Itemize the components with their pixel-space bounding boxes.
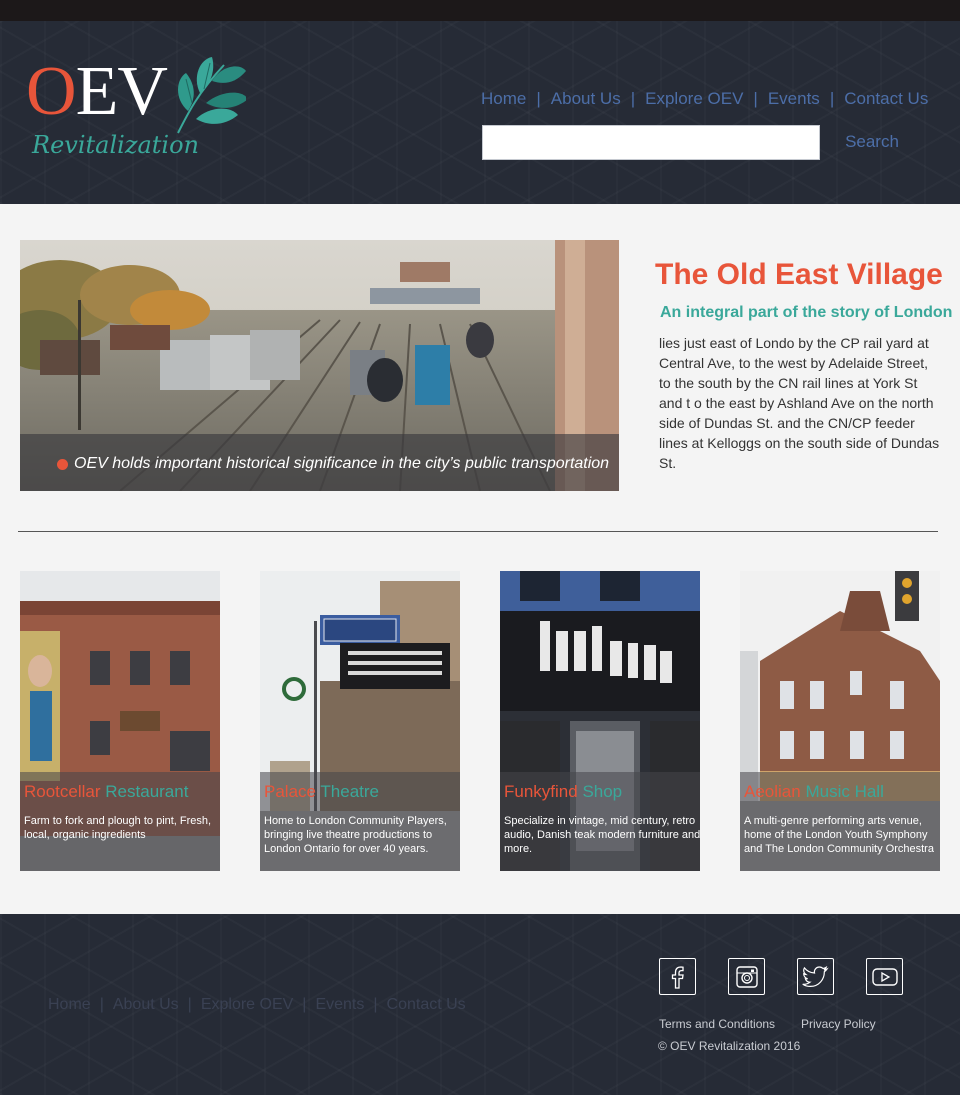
- footer-nav-events[interactable]: Events: [315, 996, 364, 1014]
- footer-nav-explore-oev[interactable]: Explore OEV: [201, 996, 293, 1014]
- nav-separator: |: [99, 996, 104, 1013]
- footer-nav-contact-us[interactable]: Contact Us: [387, 996, 466, 1014]
- site-logo[interactable]: OEV Revitalization: [26, 51, 256, 171]
- page-subtitle: An integral part of the story of London: [660, 304, 953, 321]
- bullet-icon: [57, 459, 68, 470]
- card-title: Aeolian Music Hall: [744, 782, 884, 802]
- copyright-text: © OEV Revitalization 2016: [658, 1039, 801, 1053]
- footer-nav: Home | About Us | Explore OEV | Events |…: [48, 996, 466, 1014]
- nav-separator: |: [302, 996, 307, 1013]
- hero-caption: OEV holds important historical significa…: [74, 455, 610, 472]
- intro-text: lies just east of Londo by the CP rail y…: [659, 335, 940, 471]
- nav-home[interactable]: Home: [481, 89, 526, 109]
- logo-tagline: Revitalization: [32, 131, 199, 159]
- card-aeolian-hall[interactable]: Aeolian Music Hall A multi-genre perform…: [740, 571, 940, 871]
- card-title-type: Music Hall: [805, 782, 884, 801]
- card-description: Specialize in vintage, mid century, retr…: [504, 815, 700, 855]
- card-title-type: Restaurant: [105, 782, 189, 801]
- card-description: Home to London Community Players, bringi…: [264, 815, 447, 855]
- nav-separator: |: [630, 89, 636, 108]
- card-title-type: Theatre: [320, 782, 379, 801]
- nav-separator: |: [187, 996, 192, 1013]
- card-title-name: Palace: [264, 782, 316, 801]
- nav-events[interactable]: Events: [768, 89, 820, 109]
- instagram-icon[interactable]: [728, 958, 765, 995]
- card-description: A multi-genre performing arts venue, hom…: [744, 815, 934, 855]
- facebook-icon[interactable]: [659, 958, 696, 995]
- nav-contact-us[interactable]: Contact Us: [844, 89, 928, 109]
- card-palace-theatre[interactable]: Palace Theatre Home to London Community …: [260, 571, 460, 871]
- card-title-type: Shop: [582, 782, 623, 801]
- nav-separator: |: [373, 996, 378, 1013]
- twitter-icon[interactable]: [797, 958, 834, 995]
- card-title-name: Aeolian: [744, 782, 801, 801]
- terms-link[interactable]: Terms and Conditions: [659, 1017, 775, 1031]
- card-funkyfind[interactable]: Funkyfind Shop Specialize in vintage, mi…: [500, 571, 700, 871]
- search-input[interactable]: [482, 125, 820, 160]
- youtube-icon[interactable]: [866, 958, 903, 995]
- nav-about-us[interactable]: About Us: [551, 89, 621, 109]
- site-footer: Home | About Us | Explore OEV | Events |…: [0, 914, 960, 1095]
- nav-separator: |: [753, 89, 758, 108]
- site-header: OEV Revitalization Home | About Us | Exp…: [0, 21, 960, 204]
- section-divider: [18, 531, 938, 532]
- hero-image: OEV holds important historical significa…: [20, 240, 619, 491]
- card-title-name: Funkyfind: [504, 782, 578, 801]
- footer-nav-home[interactable]: Home: [48, 996, 91, 1014]
- main-nav: Home | About Us | Explore OEV | Events |…: [481, 87, 928, 111]
- footer-nav-about-us[interactable]: About Us: [113, 996, 179, 1014]
- card-title-name: Rootcellar: [24, 782, 101, 801]
- nav-explore-oev[interactable]: Explore OEV: [645, 89, 743, 109]
- search-button[interactable]: Search: [836, 129, 908, 155]
- card-rootcellar[interactable]: Rootcellar Restaurant Farm to fork and p…: [20, 571, 220, 871]
- top-bar: [0, 0, 960, 21]
- privacy-link[interactable]: Privacy Policy: [801, 1017, 876, 1031]
- card-description: Farm to fork and plough to pint, Fresh, …: [24, 815, 212, 841]
- nav-separator: |: [536, 89, 541, 108]
- card-title: Palace Theatre: [264, 782, 379, 802]
- logo-wordmark: OEV: [26, 53, 168, 130]
- nav-separator: |: [829, 89, 835, 108]
- card-title: Rootcellar Restaurant: [24, 782, 188, 802]
- card-title: Funkyfind Shop: [504, 782, 622, 802]
- leaves-icon: [177, 57, 246, 134]
- page-title: The Old East Village: [655, 258, 943, 291]
